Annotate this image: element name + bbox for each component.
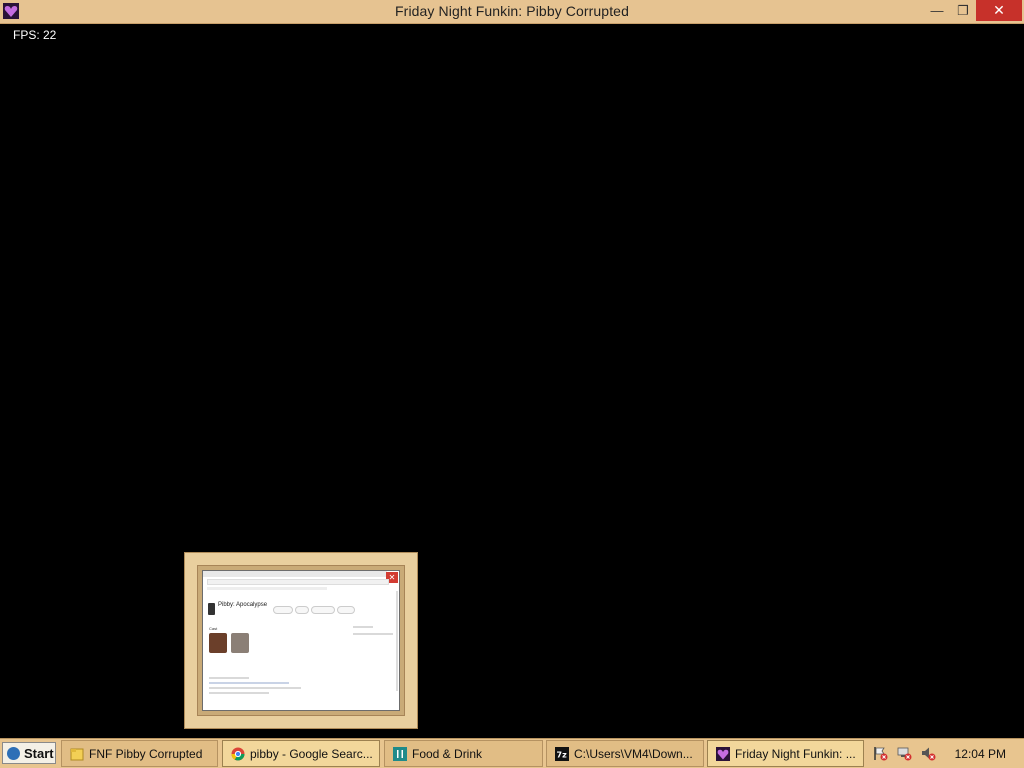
thumbnail-cast-photo bbox=[231, 633, 249, 653]
food-drink-app-icon bbox=[393, 746, 407, 761]
volume-muted-icon[interactable] bbox=[920, 745, 936, 761]
thumbnail-chip bbox=[311, 606, 335, 614]
windows-orb-icon bbox=[7, 746, 20, 760]
thumbnail-bookmarks-bar bbox=[207, 587, 327, 590]
chrome-icon bbox=[231, 747, 245, 760]
taskbar-clock[interactable]: 12:04 PM bbox=[955, 747, 1006, 761]
taskbar-item-label: Food & Drink bbox=[412, 746, 483, 761]
thumbnail-text-line bbox=[209, 677, 249, 679]
thumbnail-text-line bbox=[209, 687, 301, 689]
minimize-button[interactable]: — bbox=[924, 0, 950, 21]
taskbar-item-label: FNF Pibby Corrupted bbox=[89, 746, 203, 761]
thumbnail-text-line bbox=[209, 692, 269, 694]
thumbnail-address-bar bbox=[207, 579, 389, 585]
thumbnail-show-logo bbox=[208, 603, 215, 615]
window-titlebar[interactable]: Friday Night Funkin: Pibby Corrupted — ❐… bbox=[0, 0, 1024, 24]
fps-counter: FPS: 22 bbox=[13, 28, 57, 42]
start-button[interactable]: Start bbox=[2, 742, 56, 764]
thumbnail-cast-photo bbox=[209, 633, 227, 653]
taskbar-item-label: pibby - Google Searc... bbox=[250, 746, 373, 761]
svg-text:7z: 7z bbox=[557, 750, 568, 759]
folder-icon bbox=[70, 748, 84, 760]
fnf-heart-icon bbox=[716, 746, 730, 761]
start-label: Start bbox=[24, 745, 54, 761]
taskbar-item-label: Friday Night Funkin: ... bbox=[735, 746, 856, 761]
thumbnail-page-title: Pibby: Apocalypse bbox=[218, 602, 268, 608]
game-canvas[interactable]: FPS: 22 bbox=[0, 24, 1024, 738]
taskbar-item-chrome[interactable]: pibby - Google Searc... bbox=[222, 740, 380, 767]
taskbar-item-fnf-game[interactable]: Friday Night Funkin: ... bbox=[707, 740, 864, 767]
thumbnail-chip bbox=[273, 606, 293, 614]
thumbnail-section-label: Cast bbox=[209, 626, 218, 631]
close-button[interactable]: ✕ bbox=[976, 0, 1022, 21]
taskbar: Start FNF Pibby Corrupted pibby - Google… bbox=[0, 738, 1024, 768]
maximize-button[interactable]: ❐ bbox=[950, 0, 976, 21]
taskbar-item-fnf-folder[interactable]: FNF Pibby Corrupted bbox=[61, 740, 218, 767]
thumbnail-tab-strip bbox=[203, 571, 387, 577]
network-icon[interactable] bbox=[896, 745, 912, 761]
taskbar-item-food-drink[interactable]: Food & Drink bbox=[384, 740, 543, 767]
taskbar-item-7zip[interactable]: 7z C:\Users\VM4\Down... bbox=[546, 740, 704, 767]
thumbnail-chip bbox=[337, 606, 355, 614]
thumbnail-browser-screenshot[interactable]: ✕ Pibby: Apocalypse Cast bbox=[202, 570, 400, 711]
7zip-icon: 7z bbox=[555, 746, 569, 761]
thumbnail-link-line bbox=[209, 682, 289, 684]
thumbnail-frame: ✕ Pibby: Apocalypse Cast bbox=[197, 565, 405, 716]
action-center-flag-icon[interactable] bbox=[872, 745, 888, 761]
window-title: Friday Night Funkin: Pibby Corrupted bbox=[395, 3, 629, 19]
system-tray bbox=[872, 743, 944, 763]
thumbnail-text-line bbox=[353, 626, 373, 628]
thumbnail-text-line bbox=[353, 633, 393, 635]
taskbar-item-label: C:\Users\VM4\Down... bbox=[574, 746, 693, 761]
taskbar-thumbnail-preview[interactable]: ✕ Pibby: Apocalypse Cast bbox=[184, 552, 418, 729]
thumbnail-scrollbar bbox=[396, 591, 398, 691]
thumbnail-chip bbox=[295, 606, 309, 614]
